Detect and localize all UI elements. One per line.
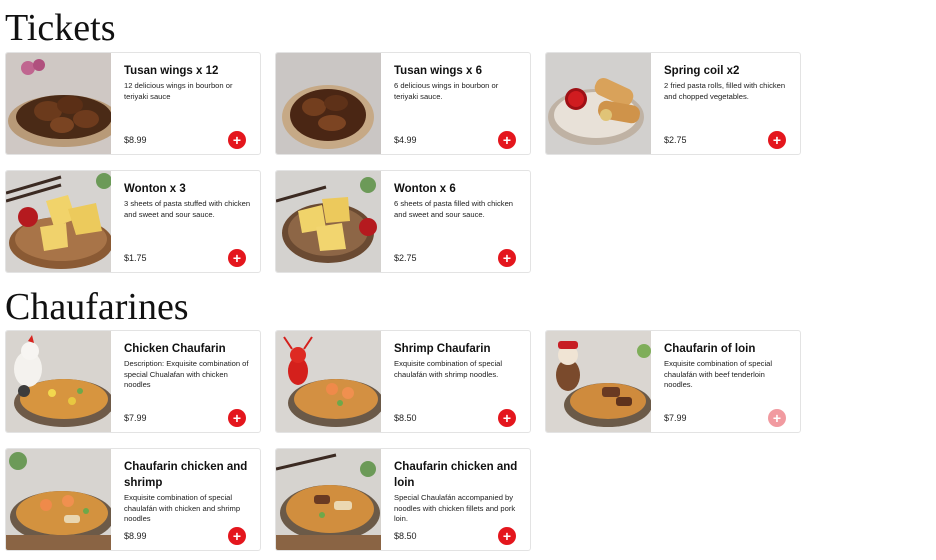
product-card[interactable]: Shrimp Chaufarin Exquisite combination o… (275, 330, 531, 433)
wings-plate-image (6, 53, 111, 154)
add-to-cart-button[interactable]: + (768, 131, 786, 149)
add-to-cart-button[interactable]: + (228, 131, 246, 149)
chaufa-shrimp-image (276, 331, 381, 432)
chaufa-chicken-loin-image (276, 449, 381, 550)
product-price: $8.50 (394, 413, 417, 423)
wonton-plate-image (276, 171, 381, 272)
product-card[interactable]: Tusan wings x 6 6 delicious wings in bou… (275, 52, 531, 155)
product-price: $8.50 (394, 531, 417, 541)
add-to-cart-button[interactable]: + (228, 409, 246, 427)
product-price: $8.99 (124, 531, 147, 541)
product-price: $1.75 (124, 253, 147, 263)
product-name: Wonton x 6 (394, 183, 456, 195)
product-card[interactable]: Wonton x 6 6 sheets of pasta filled with… (275, 170, 531, 273)
product-card[interactable]: Chaufarin chicken and shrimp Exquisite c… (5, 448, 261, 551)
product-name: Spring coil x2 (664, 65, 740, 77)
product-price: $2.75 (394, 253, 417, 263)
product-description: Exquisite combination of special chaulaf… (664, 359, 773, 389)
product-price: $7.99 (124, 413, 147, 423)
product-name: Shrimp Chaufarin (394, 343, 491, 355)
product-description: Description: Exquisite combination of sp… (124, 359, 249, 389)
product-description: 6 delicious wings in bourbon or teriyaki… (394, 81, 499, 101)
product-description: 6 sheets of pasta filled with chicken an… (394, 199, 514, 219)
add-to-cart-button[interactable]: + (498, 249, 516, 267)
product-name: Chaufarin chicken and shrimp (124, 461, 248, 489)
product-name: Chicken Chaufarin (124, 343, 226, 355)
product-description: Exquisite combination of special chaulaf… (394, 359, 503, 379)
add-to-cart-button[interactable]: + (498, 131, 516, 149)
product-card[interactable]: Chaufarin chicken and loin Special Chaul… (275, 448, 531, 551)
product-name: Tusan wings x 6 (394, 65, 482, 77)
product-name: Tusan wings x 12 (124, 65, 219, 77)
product-description: Special Chaulafán accompanied by noodles… (394, 493, 516, 523)
product-card[interactable]: Spring coil x2 2 fried pasta rolls, fill… (545, 52, 801, 155)
product-card[interactable]: Wonton x 3 3 sheets of pasta stuffed wit… (5, 170, 261, 273)
wonton-plate-image (6, 171, 111, 272)
chaufa-chicken-image (6, 331, 111, 432)
section-title-tickets: Tickets (5, 7, 116, 49)
section-title-chaufarines: Chaufarines (5, 286, 189, 328)
product-name: Chaufarin of loin (664, 343, 756, 355)
product-price: $2.75 (664, 135, 687, 145)
product-description: 12 delicious wings in bourbon or teriyak… (124, 81, 233, 101)
product-name: Wonton x 3 (124, 183, 186, 195)
product-description: 2 fried pasta rolls, filled with chicken… (664, 81, 786, 101)
add-to-cart-button[interactable]: + (228, 527, 246, 545)
chaufa-loin-image (546, 331, 651, 432)
add-to-cart-button[interactable]: + (228, 249, 246, 267)
product-description: 3 sheets of pasta stuffed with chicken a… (124, 199, 251, 219)
chaufa-chicken-shrimp-image (6, 449, 111, 550)
product-price: $7.99 (664, 413, 687, 423)
product-card[interactable]: Chaufarin of loin Exquisite combination … (545, 330, 801, 433)
add-to-cart-button[interactable]: + (498, 527, 516, 545)
add-to-cart-button[interactable]: + (498, 409, 516, 427)
product-name: Chaufarin chicken and loin (394, 461, 518, 489)
add-to-cart-button[interactable]: + (768, 409, 786, 427)
wings-plate-image (276, 53, 381, 154)
product-card[interactable]: Chicken Chaufarin Description: Exquisite… (5, 330, 261, 433)
product-description: Exquisite combination of special chaulaf… (124, 493, 241, 523)
product-price: $8.99 (124, 135, 147, 145)
product-price: $4.99 (394, 135, 417, 145)
spring-rolls-image (546, 53, 651, 154)
product-card[interactable]: Tusan wings x 12 12 delicious wings in b… (5, 52, 261, 155)
